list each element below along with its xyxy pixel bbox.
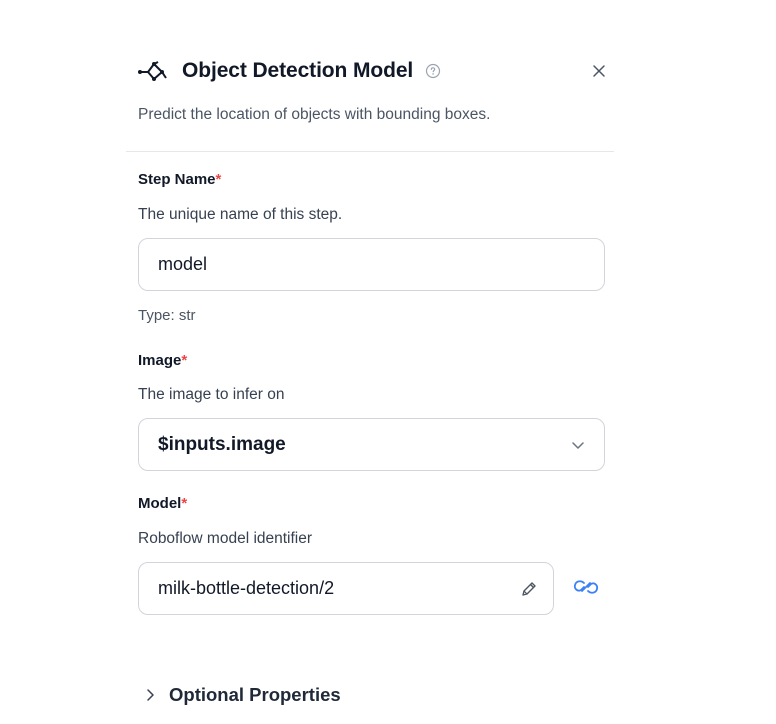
- step-name-input[interactable]: [158, 254, 604, 275]
- link-icon[interactable]: [571, 575, 603, 599]
- close-icon[interactable]: [590, 62, 608, 80]
- required-marker: *: [181, 352, 188, 369]
- model-value: milk-bottle-detection/2: [158, 578, 335, 598]
- block-config-panel: Object Detection Model Predict the locat…: [0, 0, 776, 724]
- model-label: Model*: [138, 495, 187, 512]
- chevron-down-icon[interactable]: [570, 437, 586, 453]
- model-graph-icon: [138, 58, 170, 84]
- step-name-type-hint: Type: str: [138, 307, 196, 324]
- panel-subtitle: Predict the location of objects with bou…: [138, 106, 491, 123]
- model-field[interactable]: milk-bottle-detection/2: [138, 562, 554, 615]
- required-marker: *: [215, 171, 222, 188]
- image-select[interactable]: $inputs.image: [138, 418, 605, 471]
- step-name-description: The unique name of this step.: [138, 206, 343, 223]
- help-circle-icon[interactable]: [425, 63, 441, 79]
- optional-properties-toggle[interactable]: Optional Properties: [145, 684, 341, 706]
- required-marker: *: [181, 495, 188, 512]
- panel-title: Object Detection Model: [182, 59, 414, 82]
- image-description: The image to infer on: [138, 386, 285, 403]
- panel-header: Object Detection Model: [138, 56, 608, 86]
- model-description: Roboflow model identifier: [138, 530, 313, 547]
- model-label-text: Model: [138, 495, 182, 512]
- step-name-label-text: Step Name: [138, 171, 216, 188]
- header-divider: [126, 151, 614, 152]
- image-label: Image*: [138, 352, 187, 369]
- pencil-icon[interactable]: [519, 579, 539, 599]
- step-name-label: Step Name*: [138, 171, 221, 188]
- image-label-text: Image: [138, 352, 182, 369]
- step-name-field[interactable]: [138, 238, 605, 291]
- chevron-right-icon: [145, 688, 157, 702]
- optional-properties-label: Optional Properties: [169, 684, 341, 705]
- image-selected-value: $inputs.image: [158, 433, 286, 455]
